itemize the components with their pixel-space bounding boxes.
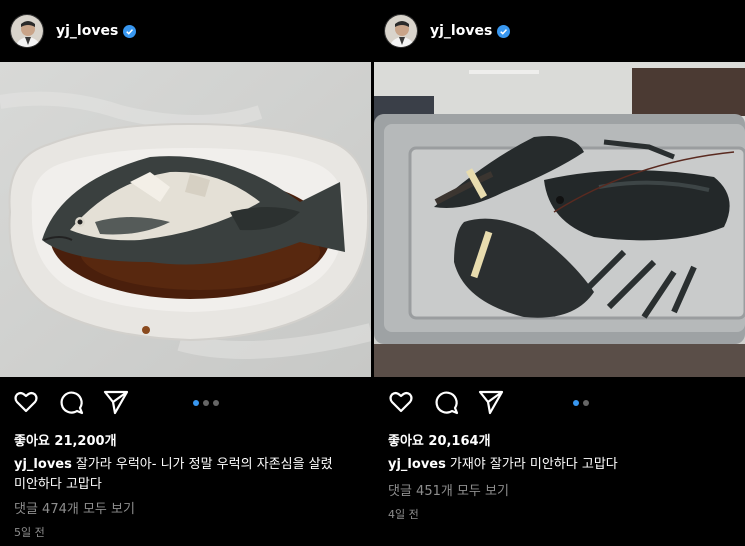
carousel-dot bbox=[213, 400, 219, 406]
like-count[interactable]: 좋아요 20,164개 bbox=[388, 430, 491, 449]
post-header: yj_loves bbox=[0, 0, 371, 62]
caption-text-line2: 미안하다 고맙다 bbox=[14, 477, 102, 492]
view-comments-link[interactable]: 댓글 451개 모두 보기 bbox=[388, 480, 509, 499]
comment-icon[interactable] bbox=[432, 388, 460, 416]
action-bar bbox=[374, 388, 745, 418]
heart-icon[interactable] bbox=[387, 388, 415, 416]
post-fish: yj_loves 좋아요 21,200개 yj_loves 잘가라 우럭아- 니… bbox=[0, 0, 371, 546]
username[interactable]: yj_loves bbox=[56, 23, 118, 39]
caption-text: 잘가라 우럭아- 니가 정말 우럭의 자존심을 살렸 bbox=[75, 457, 333, 472]
share-icon[interactable] bbox=[102, 388, 130, 416]
caption: yj_loves 잘가라 우럭아- 니가 정말 우럭의 자존심을 살렸 미안하다 … bbox=[14, 455, 365, 495]
verified-badge-icon bbox=[497, 24, 511, 38]
share-icon[interactable] bbox=[477, 388, 505, 416]
avatar[interactable] bbox=[10, 14, 44, 48]
carousel-dot bbox=[193, 400, 199, 406]
avatar[interactable] bbox=[384, 14, 418, 48]
action-bar bbox=[0, 388, 371, 418]
caption-text: 가재야 잘가라 미안하다 고맙다 bbox=[449, 457, 618, 472]
heart-icon[interactable] bbox=[12, 388, 40, 416]
carousel-indicator bbox=[573, 400, 589, 406]
carousel-indicator bbox=[193, 400, 219, 406]
view-comments-link[interactable]: 댓글 474개 모두 보기 bbox=[14, 498, 135, 517]
post-timestamp: 4일 전 bbox=[388, 508, 419, 521]
caption-username[interactable]: yj_loves bbox=[14, 457, 72, 472]
carousel-dot bbox=[573, 400, 579, 406]
post-photo-lobster[interactable] bbox=[374, 62, 745, 377]
carousel-dot bbox=[583, 400, 589, 406]
post-photo-fish[interactable] bbox=[0, 62, 371, 377]
comment-icon[interactable] bbox=[57, 388, 85, 416]
caption: yj_loves 가재야 잘가라 미안하다 고맙다 bbox=[388, 455, 739, 475]
post-header: yj_loves bbox=[374, 0, 745, 62]
post-lobster: yj_loves 좋아요 20,164개 yj_loves 가재야 잘가라 미안… bbox=[374, 0, 745, 546]
username[interactable]: yj_loves bbox=[430, 23, 492, 39]
verified-badge-icon bbox=[123, 24, 137, 38]
carousel-dot bbox=[203, 400, 209, 406]
post-timestamp: 5일 전 bbox=[14, 526, 45, 539]
caption-username[interactable]: yj_loves bbox=[388, 457, 446, 472]
like-count[interactable]: 좋아요 21,200개 bbox=[14, 430, 117, 449]
